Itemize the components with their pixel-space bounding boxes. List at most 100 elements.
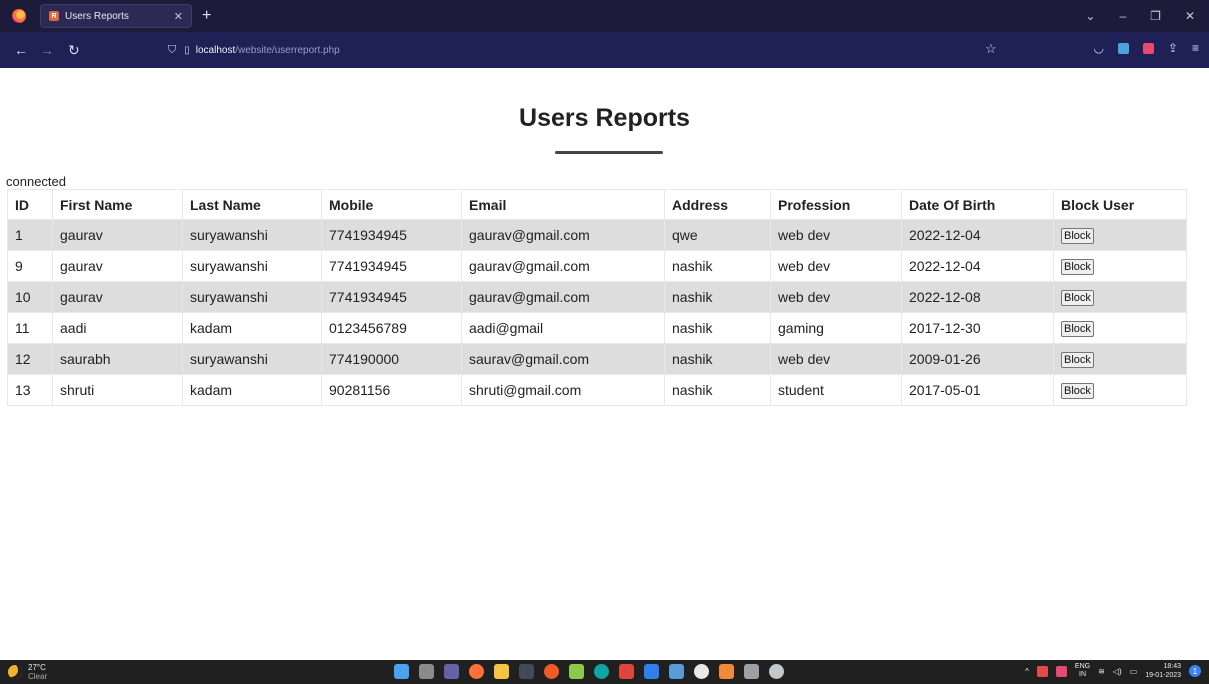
cell-mobile: 90281156 [321, 374, 462, 406]
tray-app-icon[interactable] [1055, 665, 1067, 677]
moon-icon [8, 665, 22, 679]
block-user-button[interactable]: Block [1061, 259, 1094, 275]
table-row: 10 gaurav suryawanshi 7741934945 gaurav@… [7, 281, 1187, 313]
reload-icon[interactable]: ↻ [68, 42, 80, 59]
database-icon[interactable] [744, 664, 759, 679]
cell-address: nashik [664, 250, 771, 282]
page-title: Users Reports [519, 104, 690, 132]
close-window-icon[interactable]: ✕ [1185, 9, 1195, 23]
pocket-icon[interactable]: ◡ [1093, 41, 1103, 55]
weather-widget[interactable]: 27°C Clear [8, 663, 47, 681]
title-underline [555, 151, 663, 154]
app-icon[interactable] [519, 664, 534, 679]
teams-chat-icon[interactable] [444, 664, 459, 679]
cell-last-name: suryawanshi [182, 219, 322, 251]
cell-block: Block [1053, 374, 1187, 406]
cell-last-name: suryawanshi [182, 250, 322, 282]
cell-id: 11 [7, 312, 53, 344]
block-user-button[interactable]: Block [1061, 321, 1094, 337]
cell-first-name: shruti [52, 374, 183, 406]
cell-dob: 2022-12-04 [901, 219, 1054, 251]
cell-block: Block [1053, 250, 1187, 282]
tracking-shield-icon[interactable]: ⛉ [168, 44, 176, 57]
cell-email: saurav@gmail.com [461, 343, 665, 375]
column-header: Mobile [321, 189, 462, 220]
xampp-icon[interactable] [719, 664, 734, 679]
windows-start-icon[interactable] [394, 664, 409, 679]
users-table: ID First Name Last Name Mobile Email Add… [7, 189, 1187, 406]
block-user-button[interactable]: Block [1061, 383, 1094, 399]
language-indicator[interactable]: ENG IN [1075, 663, 1090, 679]
back-icon[interactable]: ← [14, 42, 28, 58]
table-row: 13 shruti kadam 90281156 shruti@gmail.co… [7, 374, 1187, 406]
forward-icon[interactable]: → [40, 42, 54, 58]
cell-profession: web dev [770, 219, 902, 251]
cell-email: aadi@gmail [461, 312, 665, 344]
column-header: First Name [52, 189, 183, 220]
cell-profession: student [770, 374, 902, 406]
new-tab-icon[interactable]: + [202, 7, 211, 25]
bookmark-star-icon[interactable]: ☆ [985, 41, 997, 57]
column-header: Last Name [182, 189, 322, 220]
cell-first-name: aadi [52, 312, 183, 344]
cell-id: 1 [7, 219, 53, 251]
minimize-icon[interactable]: – [1119, 9, 1126, 23]
taskbar-apps [394, 664, 784, 679]
column-header: Profession [770, 189, 902, 220]
task-view-icon[interactable] [419, 664, 434, 679]
cell-email: shruti@gmail.com [461, 374, 665, 406]
url-bar[interactable]: ⛉ ▯ localhost /website/userreport.php [168, 38, 1000, 62]
tray-app-icon[interactable] [1036, 665, 1048, 677]
toolbar-extensions: ◡ ⇪ ≡ [1093, 41, 1199, 55]
block-user-button[interactable]: Block [1061, 228, 1094, 244]
cell-profession: web dev [770, 250, 902, 282]
app-icon[interactable] [619, 664, 634, 679]
page-info-icon[interactable]: ▯ [184, 45, 190, 56]
firefox-taskbar-icon[interactable] [469, 664, 484, 679]
system-tray: ^ ENG IN ≋ ◁) ▭ 18:43 19-01-2023 1 [1025, 662, 1201, 680]
tab-bar: R Users Reports ✕ + ⌄ – ❐ ✕ [0, 0, 1209, 32]
cell-dob: 2017-05-01 [901, 374, 1054, 406]
share-icon[interactable]: ⇪ [1168, 41, 1178, 55]
block-user-button[interactable]: Block [1061, 352, 1094, 368]
notification-icon[interactable]: 1 [1189, 665, 1201, 677]
column-header: Address [664, 189, 771, 220]
maximize-icon[interactable]: ❐ [1150, 9, 1161, 23]
battery-icon[interactable]: ▭ [1130, 667, 1138, 676]
tab-title: Users Reports [65, 10, 129, 22]
wifi-icon[interactable]: ≋ [1098, 667, 1105, 676]
settings-icon[interactable] [769, 664, 784, 679]
browser-window: R Users Reports ✕ + ⌄ – ❐ ✕ ← → ↻ ⛉ ▯ lo… [0, 0, 1209, 684]
table-row: 1 gaurav suryawanshi 7741934945 gaurav@g… [7, 219, 1187, 251]
extension-icon[interactable] [1117, 42, 1129, 54]
taskbar: 27°C Clear ^ ENG IN ≋ ◁) ▭ 18:43 19-01-2… [0, 660, 1209, 684]
cell-mobile: 774190000 [321, 343, 462, 375]
cell-last-name: kadam [182, 374, 322, 406]
cell-profession: gaming [770, 312, 902, 344]
edge-icon[interactable] [594, 664, 609, 679]
window-controls: ⌄ – ❐ ✕ [1085, 9, 1209, 23]
extension-icon[interactable] [1142, 42, 1154, 54]
cell-block: Block [1053, 219, 1187, 251]
cell-profession: web dev [770, 343, 902, 375]
clock-date: 19-01-2023 [1145, 672, 1181, 679]
app-icon[interactable] [669, 664, 684, 679]
cell-dob: 2022-12-04 [901, 250, 1054, 282]
tab-close-icon[interactable]: ✕ [174, 10, 183, 23]
chrome-icon[interactable] [694, 664, 709, 679]
app-icon[interactable] [544, 664, 559, 679]
table-row: 11 aadi kadam 0123456789 aadi@gmail nash… [7, 312, 1187, 344]
clock[interactable]: 18:43 19-01-2023 [1145, 662, 1181, 680]
cell-mobile: 7741934945 [321, 250, 462, 282]
firefox-icon[interactable] [12, 9, 26, 23]
vscode-icon[interactable] [644, 664, 659, 679]
menu-icon[interactable]: ≡ [1192, 41, 1199, 55]
file-explorer-icon[interactable] [494, 664, 509, 679]
volume-icon[interactable]: ◁) [1113, 667, 1122, 676]
tab-users-reports[interactable]: R Users Reports ✕ [40, 4, 192, 28]
block-user-button[interactable]: Block [1061, 290, 1094, 306]
tray-overflow-icon[interactable]: ^ [1025, 667, 1029, 676]
tab-list-chevron-icon[interactable]: ⌄ [1085, 9, 1095, 23]
url-host: localhost [195, 44, 236, 56]
app-icon[interactable] [569, 664, 584, 679]
